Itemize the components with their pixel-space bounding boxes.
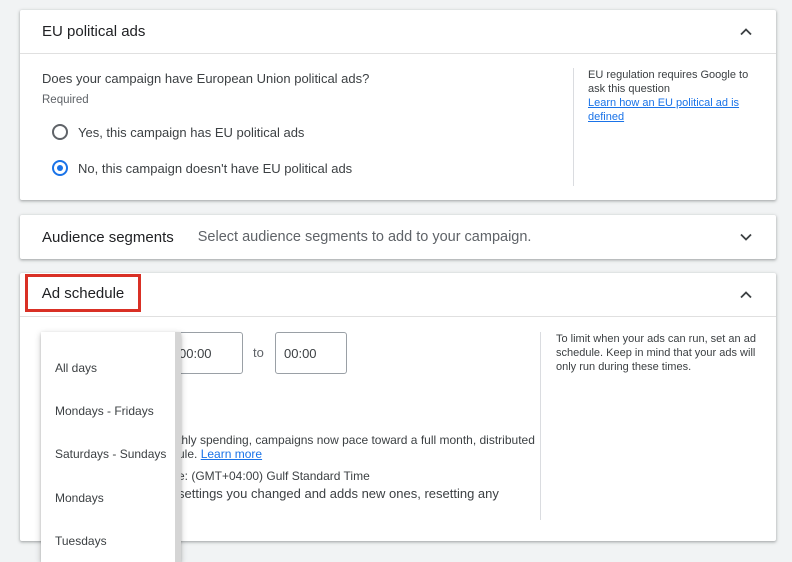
chevron-up-icon[interactable]: [740, 289, 752, 301]
audience-segments-subtitle: Select audience segments to add to your …: [197, 229, 532, 245]
audience-segments-header[interactable]: Audience segments Select audience segmen…: [20, 215, 776, 259]
radio-button-no[interactable]: [52, 160, 68, 176]
dropdown-item-mondays[interactable]: Mondays: [55, 491, 104, 505]
eu-learn-more-link[interactable]: Learn how an EU political ad is defined: [588, 97, 739, 123]
pacing-text-line2: ule. Learn more: [178, 447, 262, 461]
audience-segments-title: Audience segments: [42, 228, 174, 246]
eu-side-text: EU regulation requires Google to ask thi…: [588, 69, 749, 95]
ad-schedule-title-highlight: Ad schedule: [25, 274, 141, 312]
dropdown-item-saturdays-sundays[interactable]: Saturdays - Sundays: [55, 447, 166, 461]
days-dropdown-menu[interactable]: All days Mondays - Fridays Saturdays - S…: [41, 332, 181, 562]
eu-political-ads-title: EU political ads: [42, 23, 146, 40]
schedule-side-info: To limit when your ads can run, set an a…: [556, 333, 756, 373]
timezone-text: e: (GMT+04:00) Gulf Standard Time: [178, 469, 370, 483]
ad-schedule-header[interactable]: Ad schedule: [20, 273, 776, 316]
radio-label-no: No, this campaign doesn't have EU politi…: [78, 160, 353, 176]
dropdown-item-tuesdays[interactable]: Tuesdays: [55, 534, 107, 548]
chevron-down-icon[interactable]: [740, 231, 752, 243]
dropdown-item-mondays-fridays[interactable]: Mondays - Fridays: [55, 404, 154, 418]
dropdown-scrollbar[interactable]: [175, 332, 181, 562]
dropdown-item-all-days[interactable]: All days: [55, 361, 97, 375]
eu-side-info: EU regulation requires Google to ask thi…: [588, 68, 758, 124]
chevron-up-icon[interactable]: [740, 26, 752, 38]
eu-political-ads-header[interactable]: EU political ads: [20, 10, 776, 53]
end-time-value: 00:00: [284, 345, 317, 361]
eu-political-ads-card: EU political ads Does your campaign have…: [20, 10, 776, 200]
to-label: to: [253, 345, 264, 360]
end-time-input[interactable]: 00:00: [275, 332, 347, 374]
side-divider: [573, 68, 574, 186]
radio-option-yes[interactable]: Yes, this campaign has EU political ads: [52, 124, 304, 140]
reset-warning-text: settings you changed and adds new ones, …: [178, 486, 499, 501]
audience-segments-card[interactable]: Audience segments Select audience segmen…: [20, 215, 776, 259]
radio-button-yes[interactable]: [52, 124, 68, 140]
pacing-text-line1: thly spending, campaigns now pace toward…: [178, 433, 535, 447]
start-time-value: 00:00: [179, 345, 212, 361]
radio-label-yes: Yes, this campaign has EU political ads: [78, 124, 305, 140]
side-divider: [540, 332, 541, 520]
learn-more-link[interactable]: Learn more: [201, 447, 262, 461]
radio-option-no[interactable]: No, this campaign doesn't have EU politi…: [52, 160, 352, 176]
ad-schedule-title: Ad schedule: [41, 284, 125, 302]
required-label: Required: [42, 94, 89, 106]
eu-question: Does your campaign have European Union p…: [42, 71, 370, 86]
